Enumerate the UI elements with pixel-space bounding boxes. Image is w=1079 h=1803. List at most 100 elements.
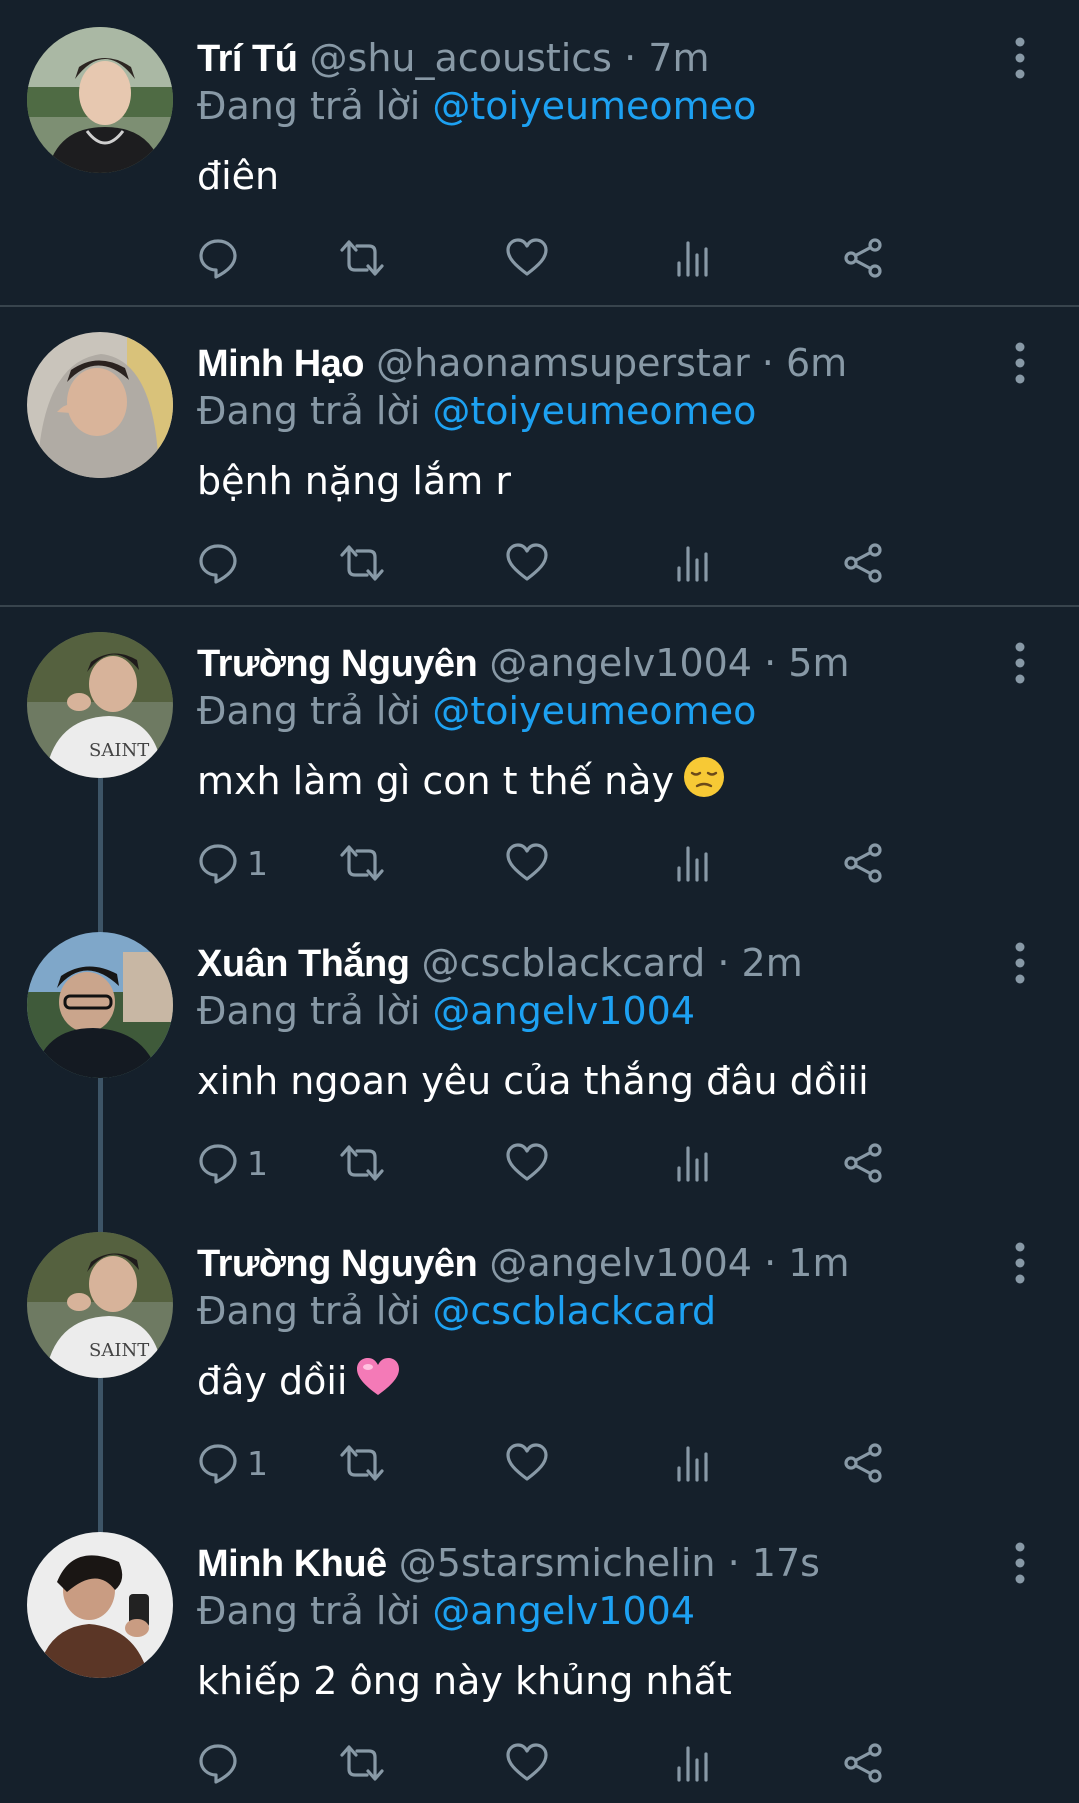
reply-feed: Trí Tú @shu_acoustics · 7m Đang trả lời … — [0, 0, 1079, 1803]
like-button[interactable] — [505, 535, 549, 591]
tweet[interactable]: SAINT Trường Nguyên @angelv1004 · 1m Đan… — [0, 1205, 1079, 1505]
display-name[interactable]: Trường Nguyên — [197, 643, 478, 685]
analytics-button[interactable] — [675, 1135, 711, 1191]
replying-to: Đang trả lời @toiyeumeomeo — [197, 385, 756, 437]
mention-link[interactable]: @angelv1004 — [432, 989, 695, 1033]
avatar[interactable] — [27, 27, 173, 173]
avatar[interactable]: SAINT — [27, 632, 173, 778]
like-button[interactable] — [505, 1135, 549, 1191]
mention-link[interactable]: @angelv1004 — [432, 1589, 695, 1633]
user-handle[interactable]: @angelv1004 — [489, 641, 752, 685]
timestamp[interactable]: 6m — [786, 341, 847, 385]
mention-link[interactable]: @toiyeumeomeo — [432, 389, 756, 433]
tweet[interactable]: Xuân Thắng @cscblackcard · 2m Đang trả l… — [0, 905, 1079, 1205]
display-name[interactable]: Trí Tú — [197, 38, 298, 80]
pensive-face-emoji — [682, 755, 726, 812]
mention-link[interactable]: @toiyeumeomeo — [432, 689, 756, 733]
analytics-button[interactable] — [675, 230, 711, 286]
tweet-actions — [197, 535, 1037, 591]
avatar[interactable]: SAINT — [27, 1232, 173, 1378]
share-button[interactable] — [842, 230, 884, 286]
avatar[interactable] — [27, 932, 173, 1078]
tweet-actions — [197, 230, 1037, 286]
display-name[interactable]: Minh Khuê — [197, 1543, 387, 1585]
share-button[interactable] — [842, 535, 884, 591]
display-name[interactable]: Minh Hạo — [197, 343, 364, 385]
reply-count: 1 — [247, 1143, 268, 1183]
tweet-text: điên — [197, 150, 279, 202]
more-options-icon[interactable] — [1004, 939, 1036, 989]
timestamp[interactable]: 17s — [752, 1541, 820, 1585]
user-handle[interactable]: @5starsmichelin — [399, 1541, 716, 1585]
timestamp[interactable]: 2m — [742, 941, 803, 985]
replying-to-label: Đang trả lời — [197, 989, 421, 1033]
reply-count: 1 — [247, 1443, 268, 1483]
retweet-button[interactable] — [339, 1435, 385, 1491]
like-button[interactable] — [505, 230, 549, 286]
reply-button[interactable] — [197, 1735, 247, 1791]
mention-link[interactable]: @cscblackcard — [432, 1289, 716, 1333]
display-name[interactable]: Xuân Thắng — [197, 943, 410, 985]
more-options-icon[interactable] — [1004, 1539, 1036, 1589]
mention-link[interactable]: @toiyeumeomeo — [432, 84, 756, 128]
share-button[interactable] — [842, 1435, 884, 1491]
tweet-header: Trường Nguyên @angelv1004 · 1m — [197, 1237, 969, 1290]
reply-button[interactable] — [197, 535, 247, 591]
timestamp[interactable]: 5m — [788, 641, 849, 685]
reply-icon — [197, 1742, 239, 1784]
like-button[interactable] — [505, 835, 549, 891]
timestamp[interactable]: 7m — [648, 36, 709, 80]
tweet-actions: 1 — [197, 1435, 1037, 1491]
tweet[interactable]: SAINT Trường Nguyên @angelv1004 · 5m Đan… — [0, 605, 1079, 905]
share-button[interactable] — [842, 1135, 884, 1191]
avatar[interactable] — [27, 332, 173, 478]
share-button[interactable] — [842, 835, 884, 891]
tweet[interactable]: Trí Tú @shu_acoustics · 7m Đang trả lời … — [0, 0, 1079, 307]
user-handle[interactable]: @cscblackcard — [422, 941, 706, 985]
user-handle[interactable]: @shu_acoustics — [310, 36, 612, 80]
retweet-button[interactable] — [339, 535, 385, 591]
separator-dot: · — [624, 36, 637, 80]
timestamp[interactable]: 1m — [788, 1241, 849, 1285]
analytics-icon — [675, 239, 711, 277]
analytics-button[interactable] — [675, 835, 711, 891]
tweet-text: mxh làm gì con t thế này — [197, 755, 726, 812]
like-icon — [505, 843, 549, 883]
retweet-button[interactable] — [339, 1735, 385, 1791]
more-options-icon[interactable] — [1004, 34, 1036, 84]
separator-dot: · — [717, 941, 730, 985]
reply-button[interactable]: 1 — [197, 835, 268, 891]
analytics-button[interactable] — [675, 1435, 711, 1491]
analytics-button[interactable] — [675, 1735, 711, 1791]
user-handle[interactable]: @angelv1004 — [489, 1241, 752, 1285]
share-button[interactable] — [842, 1735, 884, 1791]
user-handle[interactable]: @haonamsuperstar — [376, 341, 750, 385]
tweet-header: Minh Khuê @5starsmichelin · 17s — [197, 1537, 969, 1590]
more-options-icon[interactable] — [1004, 1239, 1036, 1289]
reply-icon — [197, 542, 239, 584]
reply-button[interactable]: 1 — [197, 1135, 268, 1191]
tweet-text: bệnh nặng lắm r — [197, 455, 511, 507]
avatar[interactable] — [27, 1532, 173, 1678]
like-button[interactable] — [505, 1735, 549, 1791]
retweet-button[interactable] — [339, 230, 385, 286]
more-options-icon[interactable] — [1004, 339, 1036, 389]
retweet-button[interactable] — [339, 1135, 385, 1191]
separator-dot: · — [761, 341, 774, 385]
tweet-header: Trí Tú @shu_acoustics · 7m — [197, 32, 969, 85]
tweet-text: đây dồii — [197, 1355, 401, 1411]
reply-button[interactable] — [197, 230, 247, 286]
reply-button[interactable]: 1 — [197, 1435, 268, 1491]
display-name[interactable]: Trường Nguyên — [197, 1243, 478, 1285]
more-options-icon[interactable] — [1004, 639, 1036, 689]
analytics-icon — [675, 1144, 711, 1182]
tweet-text: khiếp 2 ông này khủng nhất — [197, 1655, 732, 1707]
like-button[interactable] — [505, 1435, 549, 1491]
reply-icon — [197, 237, 239, 279]
tweet[interactable]: Minh Hạo @haonamsuperstar · 6m Đang trả … — [0, 305, 1079, 607]
tweet[interactable]: Minh Khuê @5starsmichelin · 17s Đang trả… — [0, 1505, 1079, 1803]
tweet-text-content: đây dồii — [197, 1359, 348, 1403]
retweet-icon — [339, 543, 385, 583]
analytics-button[interactable] — [675, 535, 711, 591]
retweet-button[interactable] — [339, 835, 385, 891]
